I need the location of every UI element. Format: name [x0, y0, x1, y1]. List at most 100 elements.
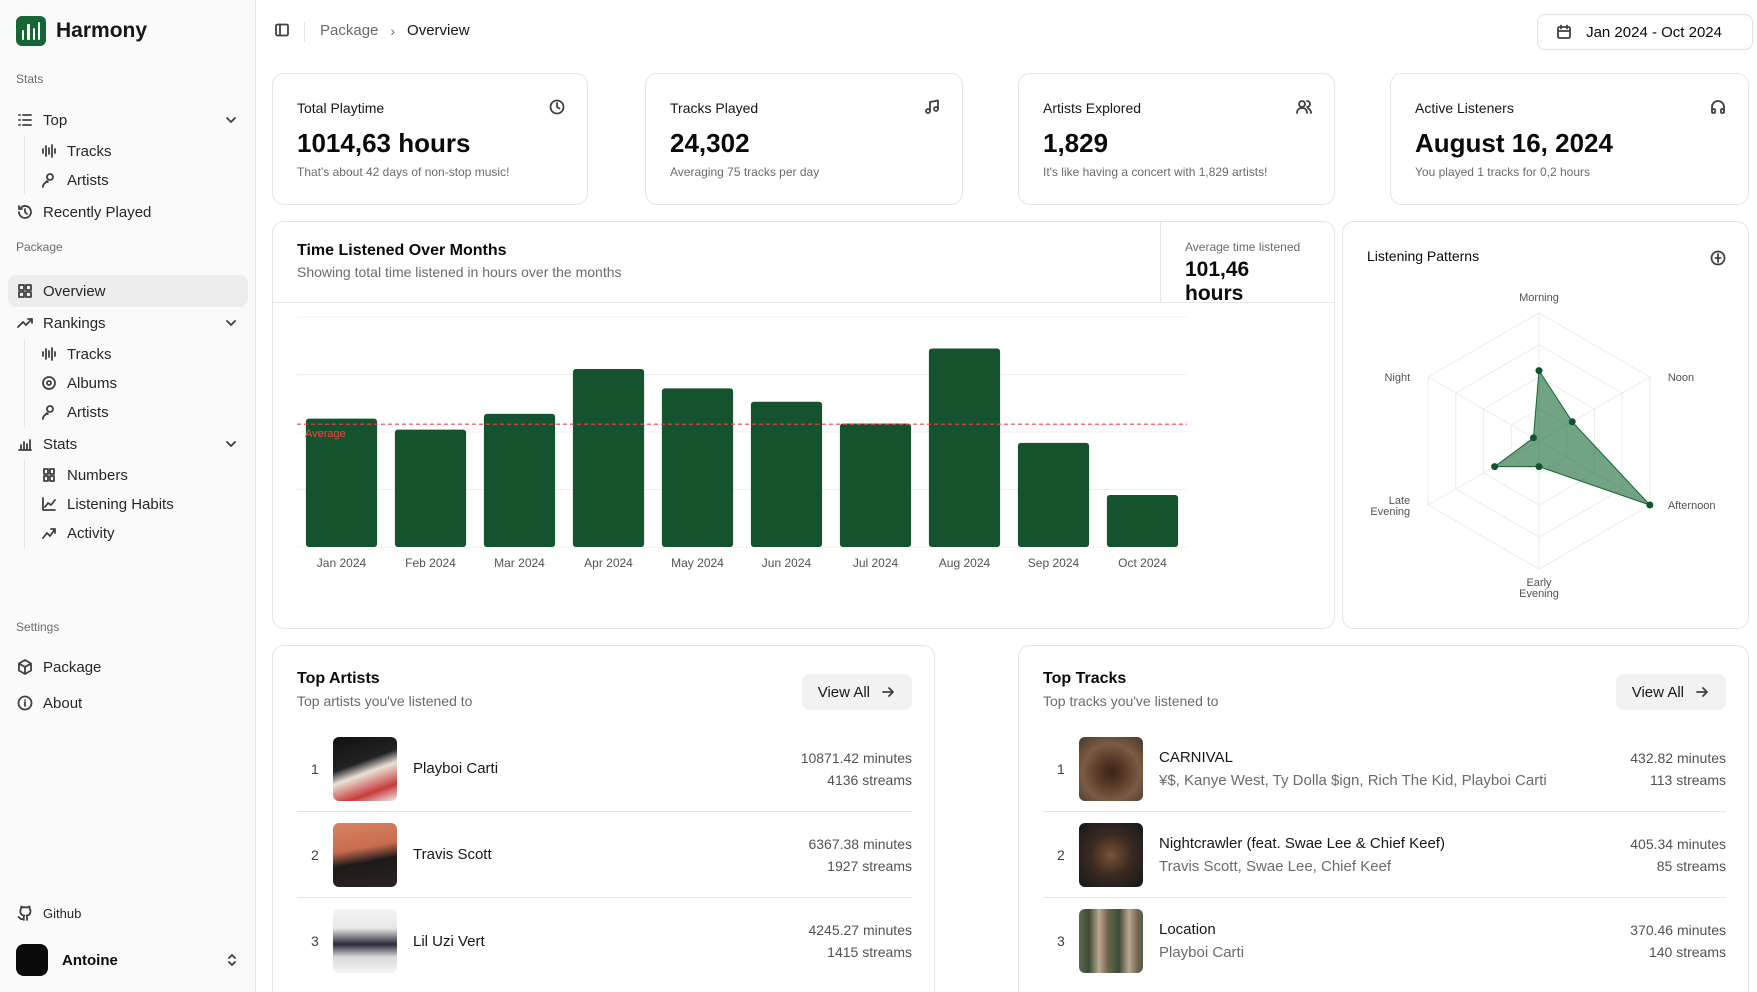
list-item[interactable]: 3 Location Playboi Carti 370.46 minutes 1…	[1043, 898, 1726, 984]
app-name: Harmony	[56, 19, 148, 42]
bar-apr-2024	[572, 369, 645, 547]
chevron-down-icon[interactable]	[223, 315, 239, 331]
streams: 1415 streams	[827, 944, 912, 960]
radar-axis-label: Morning	[1519, 292, 1559, 304]
x-tick-label: Apr 2024	[584, 556, 633, 570]
stat-card-active-listeners: Active Listeners August 16, 2024 You pla…	[1390, 73, 1749, 205]
nav-stats-numbers[interactable]: Numbers	[33, 460, 248, 490]
nav-label: Activity	[67, 524, 115, 542]
time-listened-chart-card: Time Listened Over Months Showing total …	[272, 221, 1335, 629]
x-tick-label: Jul 2024	[853, 556, 899, 570]
average-box: Average time listened 101,46 hours	[1160, 222, 1334, 305]
nav-rankings-tracks[interactable]: Tracks	[33, 339, 248, 369]
stat-card-total-playtime: Total Playtime 1014,63 hours That's abou…	[272, 73, 588, 205]
divider	[273, 302, 1334, 303]
nav-label: Tracks	[67, 142, 112, 160]
sidebar-toggle-icon[interactable]	[274, 22, 290, 38]
breadcrumb: Package › Overview	[320, 22, 470, 39]
nav-top-artists[interactable]: Artists	[33, 165, 248, 195]
nav-stats-activity[interactable]: Activity	[33, 518, 248, 548]
nav-rankings-artists[interactable]: Artists	[33, 397, 248, 427]
artist-name: Travis Scott	[413, 846, 492, 863]
streams: 140 streams	[1648, 944, 1726, 960]
breadcrumb-parent[interactable]: Package	[320, 22, 378, 39]
nav-rankings-albums[interactable]: Albums	[33, 368, 248, 398]
nav-rankings[interactable]: Rankings	[8, 307, 248, 339]
users-icon	[1296, 99, 1312, 115]
section-label-package: Package	[16, 240, 63, 254]
minutes: 432.82 minutes	[1630, 749, 1726, 766]
stat-title: Active Listeners	[1415, 100, 1514, 116]
nav-recently-played[interactable]: Recently Played	[8, 196, 248, 228]
brand[interactable]: Harmony	[16, 16, 147, 46]
main-content: Package › Overview Jan 2024 - Oct 2024 T…	[256, 0, 1757, 992]
rank: 1	[311, 760, 319, 777]
github-icon	[17, 905, 33, 921]
chevron-down-icon[interactable]	[223, 436, 239, 452]
radar-axis-label: Afternoon	[1668, 500, 1716, 512]
bar-may-2024	[661, 388, 734, 547]
artist-image	[333, 909, 397, 973]
nav-overview[interactable]: Overview	[8, 275, 248, 307]
nav-label: Github	[43, 905, 82, 921]
stat-title: Total Playtime	[297, 100, 385, 116]
rank: 3	[1057, 933, 1065, 949]
list-item[interactable]: 2 Nightcrawler (feat. Swae Lee & Chief K…	[1043, 812, 1726, 898]
x-tick-label: Jun 2024	[762, 556, 812, 570]
stat-subtext: It's like having a concert with 1,829 ar…	[1043, 165, 1268, 179]
album-art	[1079, 909, 1143, 973]
stat-value: 1014,63 hours	[297, 128, 471, 158]
artist-name: Lil Uzi Vert	[413, 932, 485, 950]
date-range-picker[interactable]: Jan 2024 - Oct 2024	[1537, 14, 1753, 50]
chevron-down-icon[interactable]	[223, 112, 239, 128]
chart-icon	[17, 436, 33, 452]
bar-mar-2024	[483, 413, 556, 547]
bar-sep-2024	[1017, 442, 1090, 547]
trending-up-icon	[17, 315, 33, 331]
radar-point	[1529, 434, 1537, 442]
list-item[interactable]: 3 Lil Uzi Vert 4245.27 minutes 1415 strea…	[297, 898, 912, 984]
list-item[interactable]: 1 CARNIVAL ¥$, Kanye West, Ty Dolla $ign…	[1043, 726, 1726, 812]
streams: 4136 streams	[827, 771, 912, 788]
average-line-label: Average	[305, 428, 346, 440]
date-range-label: Jan 2024 - Oct 2024	[1586, 23, 1722, 41]
nav-github[interactable]: Github	[8, 897, 248, 929]
list-subtitle: Top artists you've listened to	[297, 693, 473, 709]
user-menu[interactable]: Antoine	[16, 944, 240, 976]
nav-stats[interactable]: Stats	[8, 428, 248, 460]
chevrons-up-down-icon[interactable]	[224, 952, 240, 968]
info-icon	[17, 695, 33, 711]
nav-top-tracks[interactable]: Tracks	[33, 136, 248, 166]
music-icon	[924, 99, 940, 115]
section-label-settings: Settings	[16, 620, 60, 634]
nav-label: Listening Habits	[67, 495, 174, 513]
average-value: 101,46 hours	[1185, 258, 1250, 305]
bar-oct-2024	[1106, 494, 1179, 547]
stat-subtext: You played 1 tracks for 0,2 hours	[1415, 165, 1590, 179]
nav-label: Recently Played	[43, 203, 152, 221]
stat-value: August 16, 2024	[1415, 128, 1613, 158]
track-name: Location	[1159, 921, 1216, 938]
listening-patterns-card: Listening Patterns Morning Noon Afternoon E…	[1342, 221, 1749, 629]
section-label-stats: Stats	[16, 72, 44, 86]
avatar	[16, 944, 48, 976]
layout-grid-icon	[17, 283, 33, 299]
info-circle-icon[interactable]	[1710, 250, 1726, 266]
nav-top[interactable]: Top	[8, 104, 248, 136]
nav-settings-package[interactable]: Package	[8, 651, 248, 683]
list-item[interactable]: 1 Playboi Carti 10871.42 minutes 4136 str…	[297, 726, 912, 812]
nav-label: Artists	[67, 403, 109, 421]
minutes: 370.46 minutes	[1630, 922, 1726, 938]
view-all-artists-button[interactable]: View All	[801, 674, 912, 710]
list-title: Top Tracks	[1043, 670, 1127, 687]
nav-stats-listening-habits[interactable]: Listening Habits	[33, 489, 248, 519]
list-item[interactable]: 2 Travis Scott 6367.38 minutes 1927 strea…	[297, 812, 912, 898]
view-all-tracks-button[interactable]: View All	[1615, 674, 1726, 710]
nav-label: Albums	[67, 374, 118, 392]
nav-top-label: Top	[43, 111, 68, 129]
minutes: 6367.38 minutes	[808, 835, 912, 852]
nav-about[interactable]: About	[8, 687, 248, 719]
streams: 85 streams	[1656, 857, 1726, 874]
chart-title: Time Listened Over Months	[297, 242, 507, 259]
user-name: Antoine	[62, 951, 118, 969]
